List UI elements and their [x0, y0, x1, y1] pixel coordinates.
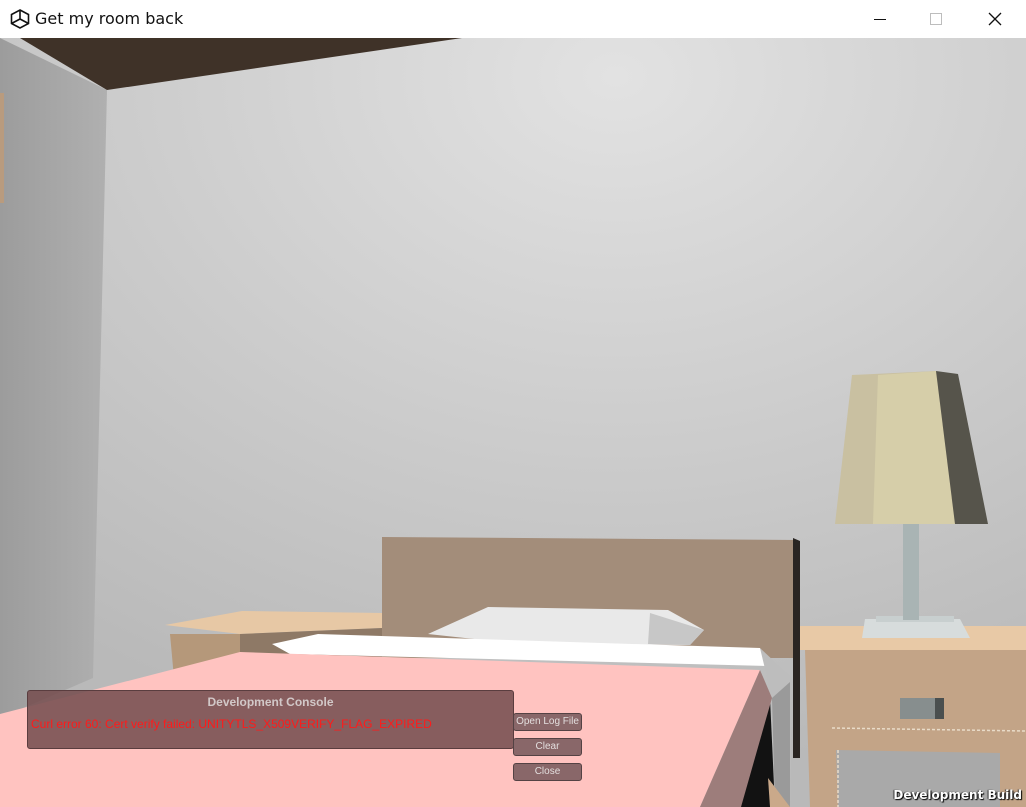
- window-title: Get my room back: [35, 9, 184, 28]
- close-icon: [988, 12, 1002, 26]
- maximize-button[interactable]: [907, 0, 965, 38]
- headboard-edge: [793, 538, 800, 758]
- clear-console-button[interactable]: Clear: [513, 738, 582, 756]
- drawer-handle-side: [935, 698, 944, 719]
- close-window-button[interactable]: [966, 0, 1024, 38]
- minimize-icon: [874, 19, 886, 20]
- lamp-pole: [903, 524, 919, 620]
- minimize-button[interactable]: [851, 0, 909, 38]
- door-frame: [0, 93, 4, 203]
- maximize-icon: [930, 13, 942, 25]
- development-build-label: Development Build: [893, 788, 1022, 802]
- game-window: Get my room back Development Console Cur…: [0, 0, 1026, 807]
- console-error-message: Curl error 60: Cert verify failed: UNITY…: [31, 717, 432, 731]
- development-console: Development Console Curl error 60: Cert …: [27, 690, 514, 749]
- unity-logo-icon: [10, 9, 30, 29]
- title-bar[interactable]: Get my room back: [0, 0, 1026, 38]
- open-log-file-button[interactable]: Open Log File: [513, 713, 582, 731]
- close-console-button[interactable]: Close: [513, 763, 582, 781]
- left-wall: [0, 38, 107, 718]
- console-title: Development Console: [207, 695, 334, 709]
